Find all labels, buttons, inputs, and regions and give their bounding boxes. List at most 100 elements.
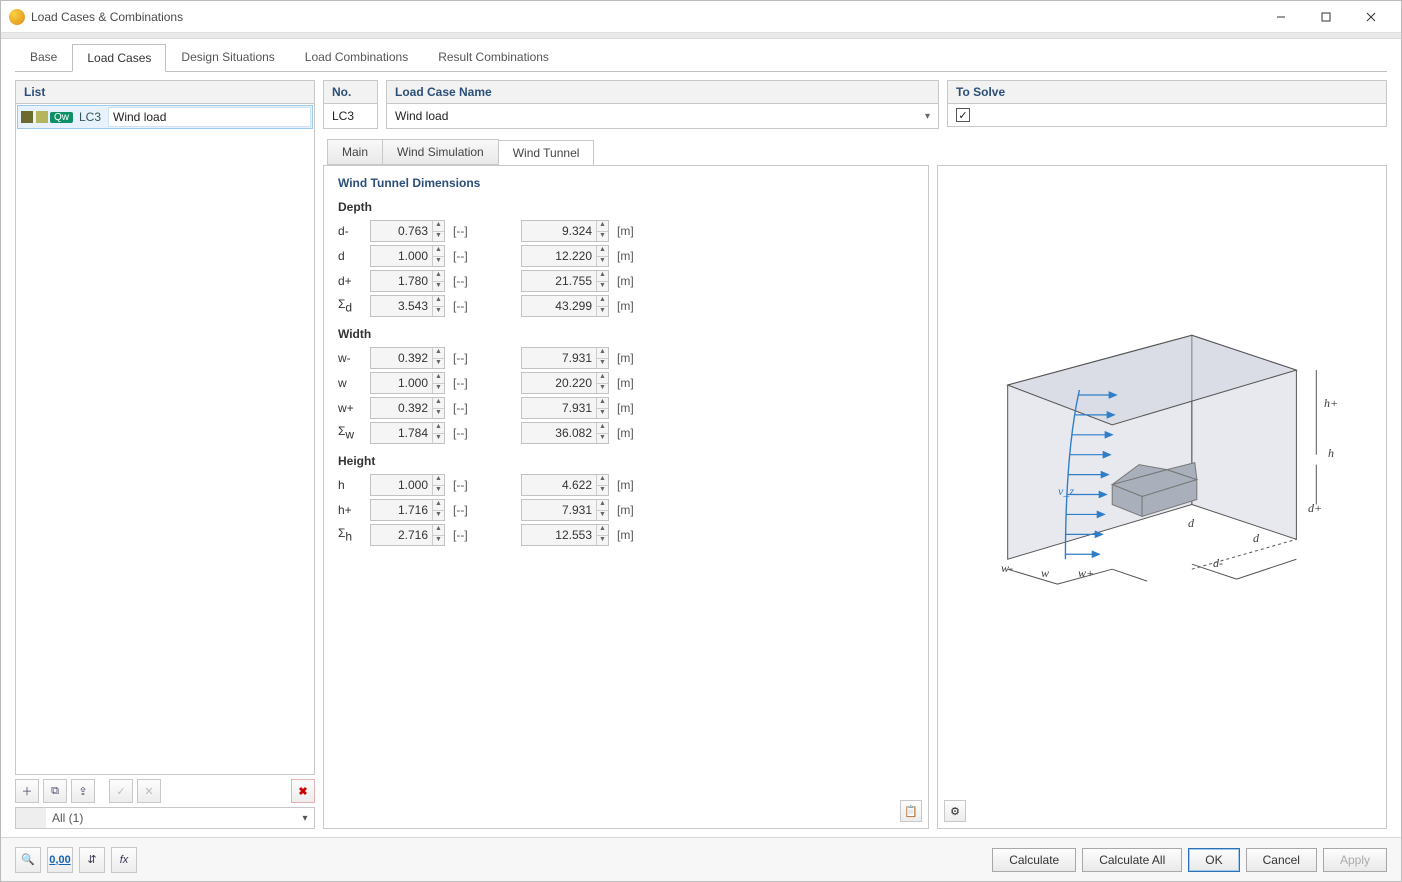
spin-up-icon[interactable]: ▲ xyxy=(432,423,444,433)
spin-up-icon[interactable]: ▲ xyxy=(596,296,608,306)
load-case-list[interactable]: Qw LC3 Wind load xyxy=(15,104,315,775)
spin-down-icon[interactable]: ▼ xyxy=(596,535,608,545)
spin-input[interactable]: 1.780▲▼ xyxy=(370,270,445,292)
delete-button[interactable]: ✖ xyxy=(291,779,315,803)
spin-input[interactable]: 12.220▲▼ xyxy=(521,245,609,267)
spin-up-icon[interactable]: ▲ xyxy=(596,398,608,408)
spin-up-icon[interactable]: ▲ xyxy=(432,500,444,510)
spin-down-icon[interactable]: ▼ xyxy=(432,231,444,241)
apply-button[interactable]: Apply xyxy=(1323,848,1387,872)
calculate-button[interactable]: Calculate xyxy=(992,848,1076,872)
formula-button[interactable]: fx xyxy=(111,847,137,873)
spin-down-icon[interactable]: ▼ xyxy=(432,535,444,545)
spin-input[interactable]: 3.543▲▼ xyxy=(370,295,445,317)
spin-down-icon[interactable]: ▼ xyxy=(432,408,444,418)
tab-design-situations[interactable]: Design Situations xyxy=(166,43,289,71)
subtab-wind-tunnel[interactable]: Wind Tunnel xyxy=(498,140,595,166)
spin-input[interactable]: 0.392▲▼ xyxy=(370,347,445,369)
cancel-button[interactable]: Cancel xyxy=(1246,848,1317,872)
spin-input[interactable]: 7.931▲▼ xyxy=(521,347,609,369)
spin-up-icon[interactable]: ▲ xyxy=(596,246,608,256)
spin-input[interactable]: 7.931▲▼ xyxy=(521,499,609,521)
spin-up-icon[interactable]: ▲ xyxy=(596,525,608,535)
spin-input[interactable]: 43.299▲▼ xyxy=(521,295,609,317)
spin-input[interactable]: 20.220▲▼ xyxy=(521,372,609,394)
spin-down-icon[interactable]: ▼ xyxy=(596,433,608,443)
spin-up-icon[interactable]: ▲ xyxy=(432,373,444,383)
spin-down-icon[interactable]: ▼ xyxy=(596,281,608,291)
spin-down-icon[interactable]: ▼ xyxy=(432,358,444,368)
spin-up-icon[interactable]: ▲ xyxy=(432,475,444,485)
spin-input[interactable]: 7.931▲▼ xyxy=(521,397,609,419)
name-select[interactable]: Wind load ▾ xyxy=(386,104,939,129)
spin-down-icon[interactable]: ▼ xyxy=(432,510,444,520)
spin-down-icon[interactable]: ▼ xyxy=(432,383,444,393)
view-settings-button[interactable]: ⚙ xyxy=(944,800,966,822)
spin-up-icon[interactable]: ▲ xyxy=(432,525,444,535)
clipboard-button[interactable]: 📋 xyxy=(900,800,922,822)
minimize-button[interactable] xyxy=(1258,2,1303,32)
spin-up-icon[interactable]: ▲ xyxy=(432,348,444,358)
spin-down-icon[interactable]: ▼ xyxy=(432,256,444,266)
spin-up-icon[interactable]: ▲ xyxy=(432,221,444,231)
spin-input[interactable]: 21.755▲▼ xyxy=(521,270,609,292)
spin-down-icon[interactable]: ▼ xyxy=(596,231,608,241)
precision-button[interactable]: 0,00 xyxy=(47,847,73,873)
spin-down-icon[interactable]: ▼ xyxy=(432,485,444,495)
subtab-main[interactable]: Main xyxy=(327,139,383,165)
spin-up-icon[interactable]: ▲ xyxy=(432,398,444,408)
import-button[interactable]: ⇪ xyxy=(71,779,95,803)
spin-input[interactable]: 9.324▲▼ xyxy=(521,220,609,242)
spin-input[interactable]: 4.622▲▼ xyxy=(521,474,609,496)
filter-select[interactable]: All (1) ▾ xyxy=(15,807,315,829)
list-item-name[interactable]: Wind load xyxy=(108,107,311,127)
spin-up-icon[interactable]: ▲ xyxy=(432,246,444,256)
spin-down-icon[interactable]: ▼ xyxy=(432,306,444,316)
spin-up-icon[interactable]: ▲ xyxy=(596,423,608,433)
check-button[interactable]: ✓ xyxy=(109,779,133,803)
spin-input[interactable]: 0.763▲▼ xyxy=(370,220,445,242)
spin-input[interactable]: 1.000▲▼ xyxy=(370,372,445,394)
maximize-button[interactable] xyxy=(1303,2,1348,32)
search-button[interactable]: 🔍 xyxy=(15,847,41,873)
new-button[interactable]: ＋ xyxy=(15,779,39,803)
spin-up-icon[interactable]: ▲ xyxy=(596,221,608,231)
spin-input[interactable]: 1.784▲▼ xyxy=(370,422,445,444)
spin-input[interactable]: 2.716▲▼ xyxy=(370,524,445,546)
spin-up-icon[interactable]: ▲ xyxy=(596,475,608,485)
spin-up-icon[interactable]: ▲ xyxy=(596,500,608,510)
spin-input[interactable]: 0.392▲▼ xyxy=(370,397,445,419)
spin-input[interactable]: 12.553▲▼ xyxy=(521,524,609,546)
solve-checkbox[interactable]: ✓ xyxy=(956,108,970,122)
close-button[interactable] xyxy=(1348,2,1393,32)
spin-down-icon[interactable]: ▼ xyxy=(596,485,608,495)
spin-up-icon[interactable]: ▲ xyxy=(432,296,444,306)
spin-input[interactable]: 1.000▲▼ xyxy=(370,245,445,267)
spin-down-icon[interactable]: ▼ xyxy=(596,358,608,368)
tab-base[interactable]: Base xyxy=(15,43,72,71)
spin-down-icon[interactable]: ▼ xyxy=(432,433,444,443)
ok-button[interactable]: OK xyxy=(1188,848,1239,872)
spin-down-icon[interactable]: ▼ xyxy=(596,383,608,393)
spin-up-icon[interactable]: ▲ xyxy=(432,271,444,281)
spin-input[interactable]: 36.082▲▼ xyxy=(521,422,609,444)
subtab-wind-simulation[interactable]: Wind Simulation xyxy=(382,139,499,165)
tab-load-combinations[interactable]: Load Combinations xyxy=(290,43,423,71)
spin-down-icon[interactable]: ▼ xyxy=(596,408,608,418)
spin-down-icon[interactable]: ▼ xyxy=(432,281,444,291)
calculate-all-button[interactable]: Calculate All xyxy=(1082,848,1182,872)
spin-down-icon[interactable]: ▼ xyxy=(596,256,608,266)
spin-input[interactable]: 1.716▲▼ xyxy=(370,499,445,521)
spin-up-icon[interactable]: ▲ xyxy=(596,373,608,383)
spin-input[interactable]: 1.000▲▼ xyxy=(370,474,445,496)
spin-up-icon[interactable]: ▲ xyxy=(596,348,608,358)
spin-down-icon[interactable]: ▼ xyxy=(596,510,608,520)
uncheck-button[interactable]: ✕ xyxy=(137,779,161,803)
copy-button[interactable]: ⧉ xyxy=(43,779,67,803)
spin-up-icon[interactable]: ▲ xyxy=(596,271,608,281)
list-item[interactable]: Qw LC3 Wind load xyxy=(17,105,313,129)
tab-load-cases[interactable]: Load Cases xyxy=(72,44,166,72)
spin-down-icon[interactable]: ▼ xyxy=(596,306,608,316)
tab-result-combinations[interactable]: Result Combinations xyxy=(423,43,564,71)
dimensions-button[interactable]: ⇵ xyxy=(79,847,105,873)
